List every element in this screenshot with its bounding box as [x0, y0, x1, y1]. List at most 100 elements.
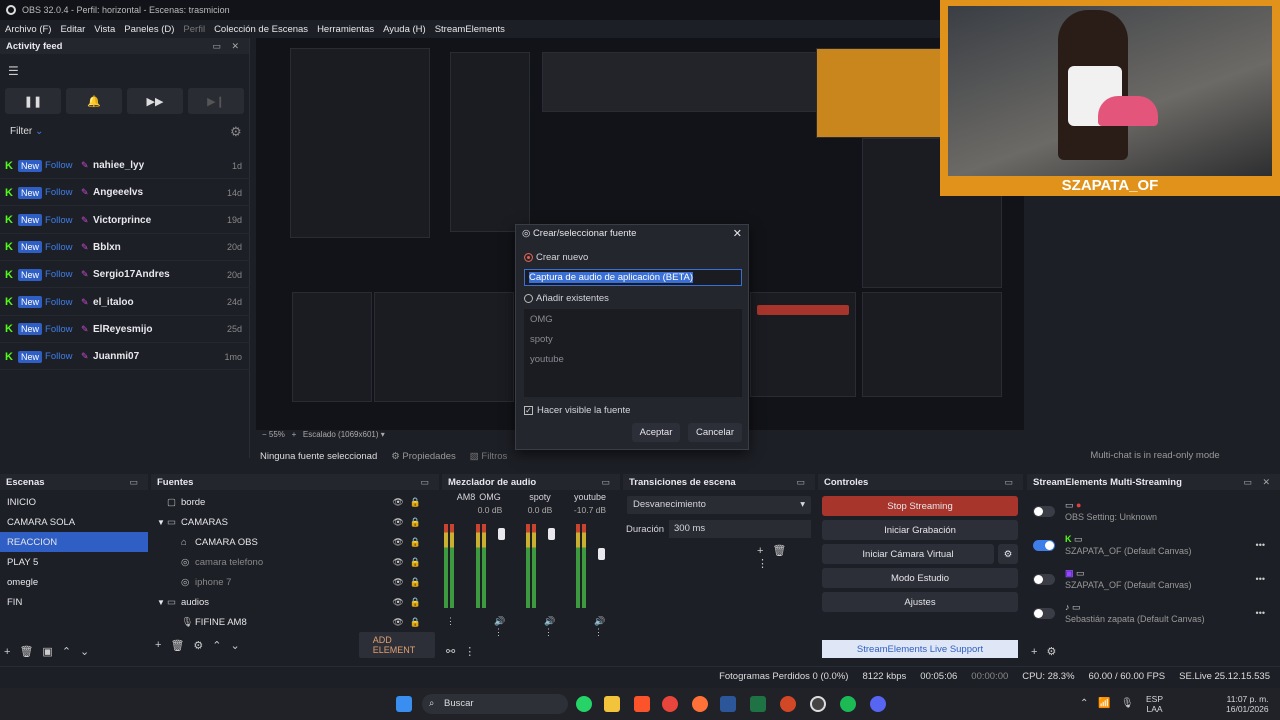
keyboard-layout[interactable]: ESP LAA	[1146, 694, 1163, 714]
source-item[interactable]: ◎ camara telefono 👁🔒	[151, 552, 439, 572]
menu-herramientas[interactable]: Herramientas	[317, 24, 374, 35]
bell-button[interactable]: 🔔	[66, 88, 122, 114]
more-icon[interactable]: •••	[1256, 608, 1265, 618]
folder-icon[interactable]	[604, 696, 620, 712]
source-item[interactable]: ▼ ▭ CAMARAS 👁🔒	[151, 512, 439, 532]
link-icon[interactable]: ⚯	[446, 645, 455, 658]
trash-icon[interactable]: 🗑	[170, 639, 184, 652]
cancel-button[interactable]: Cancelar	[688, 423, 742, 442]
visibility-lock-icons[interactable]: 👁🔒	[392, 597, 427, 608]
caret-down-icon[interactable]: ▼	[157, 518, 167, 527]
down-icon[interactable]: ⌄	[231, 639, 240, 652]
close-icon[interactable]: ✕	[733, 227, 742, 240]
stop-streaming-button[interactable]: Stop Streaming	[822, 496, 1018, 516]
add-icon[interactable]: +	[4, 646, 10, 658]
hamburger-icon[interactable]: ☰	[8, 64, 19, 78]
multistream-row[interactable]: ♪ ▭ Sebastián zapata (Default Canvas) •••	[1033, 600, 1269, 630]
stream-toggle[interactable]	[1033, 506, 1055, 517]
list-item[interactable]: OMG	[524, 309, 742, 329]
feed-item[interactable]: K New Follow ✎ Angeeelvs 14d	[0, 180, 250, 207]
source-item[interactable]: ⌂ CAMARA OBS 👁🔒	[151, 532, 439, 552]
obs-icon[interactable]	[810, 696, 826, 712]
studio-mode-button[interactable]: Modo Estudio	[822, 568, 1018, 588]
filter-icon[interactable]: ▣	[42, 645, 52, 658]
scene-item[interactable]: INICIO	[0, 492, 148, 512]
gear-icon[interactable]: ⚙	[193, 639, 203, 652]
start-icon[interactable]	[396, 696, 412, 712]
source-item[interactable]: ▢ borde 👁🔒	[151, 492, 439, 512]
feed-item[interactable]: K New Follow ✎ nahiee_lyy 1d	[0, 153, 250, 179]
firefox-icon[interactable]	[692, 696, 708, 712]
dock-controls[interactable]: ▭	[420, 477, 433, 488]
feed-item[interactable]: K New Follow ✎ Victorprince 19d	[0, 208, 250, 234]
transition-toolbar[interactable]: +🗑⋮	[757, 544, 815, 570]
brave-icon[interactable]	[634, 696, 650, 712]
dock-controls[interactable]: ▭	[601, 477, 614, 488]
pause-button[interactable]: ❚❚	[5, 88, 61, 114]
duration-input[interactable]: 300 ms	[669, 520, 811, 538]
more-icon[interactable]: ⋮	[464, 645, 475, 658]
stream-toggle[interactable]	[1033, 540, 1055, 551]
menu-streamelements[interactable]: StreamElements	[435, 24, 505, 35]
skip-end-button[interactable]: ▶❙	[188, 88, 244, 114]
chrome-icon[interactable]	[662, 696, 678, 712]
more-icon[interactable]: •••	[1256, 540, 1265, 550]
spotify-icon[interactable]	[840, 696, 856, 712]
excel-icon[interactable]	[750, 696, 766, 712]
speaker-icon[interactable]: ⋮	[446, 616, 455, 627]
dock-controls[interactable]: ▭ ✕	[212, 41, 243, 52]
menu-perfil[interactable]: Perfil	[183, 24, 205, 35]
feed-item[interactable]: K New Follow ✎ ElReyesmijo 25d	[0, 317, 250, 343]
add-element-button[interactable]: ADD ELEMENT	[358, 632, 435, 658]
stream-toggle[interactable]	[1033, 608, 1055, 619]
speaker-icon[interactable]: 🔊 ⋮	[544, 616, 564, 638]
add-existing-radio[interactable]: Añadir existentes	[524, 293, 609, 304]
up-icon[interactable]: ⌃	[212, 639, 221, 652]
volume-fader[interactable]	[498, 528, 505, 540]
app-icon[interactable]	[780, 696, 796, 712]
visibility-lock-icons[interactable]: 👁🔒	[392, 497, 427, 508]
scene-item[interactable]: CAMARA SOLA	[0, 512, 148, 532]
create-new-radio[interactable]: Crear nuevo	[524, 252, 588, 263]
menu-coleccion[interactable]: Colección de Escenas	[214, 24, 308, 35]
skip-button[interactable]: ▶▶	[127, 88, 183, 114]
menu-vista[interactable]: Vista	[94, 24, 115, 35]
clock[interactable]: 11:07 p. m. 16/01/2026	[1226, 694, 1269, 714]
dock-controls[interactable]: ▭	[796, 477, 809, 488]
feed-item[interactable]: K New Follow ✎ el_italoo 24d	[0, 290, 250, 316]
source-item[interactable]: ◎ iphone 7 👁🔒	[151, 572, 439, 592]
source-item[interactable]: 🎙 FIFINE AM8 👁🔒	[151, 612, 439, 632]
add-icon[interactable]: +	[1031, 646, 1037, 658]
multistream-row[interactable]: K ▭ SZAPATA_OF (Default Canvas) •••	[1033, 532, 1269, 562]
list-item[interactable]: spoty	[524, 329, 742, 349]
start-recording-button[interactable]: Iniciar Grabación	[822, 520, 1018, 540]
gear-icon[interactable]: ⚙	[998, 544, 1018, 564]
feed-item[interactable]: K New Follow ✎ Juanmi07 1mo	[0, 344, 250, 371]
dock-controls[interactable]: ▭	[129, 477, 142, 488]
visible-checkbox[interactable]: ✓ Hacer visible la fuente	[524, 405, 630, 416]
volume-fader[interactable]	[598, 548, 605, 560]
stream-toggle[interactable]	[1033, 574, 1055, 585]
existing-sources-list[interactable]: OMG spoty youtube	[524, 309, 742, 397]
search-box[interactable]: ⌕ Buscar	[422, 694, 568, 714]
down-icon[interactable]: ⌄	[80, 645, 89, 658]
menu-editar[interactable]: Editar	[60, 24, 85, 35]
multistream-row[interactable]: ▭ ● OBS Setting: Unknown	[1033, 498, 1269, 528]
visibility-lock-icons[interactable]: 👁🔒	[392, 517, 427, 528]
accept-button[interactable]: Aceptar	[632, 423, 680, 442]
scene-item[interactable]: omegle	[0, 572, 148, 592]
menu-paneles[interactable]: Paneles (D)	[124, 24, 174, 35]
source-name-input[interactable]: Captura de audio de aplicación (BETA)	[524, 269, 742, 286]
speaker-icon[interactable]: 🔊 ⋮	[494, 616, 514, 638]
visibility-lock-icons[interactable]: 👁🔒	[392, 557, 427, 568]
up-icon[interactable]: ⌃	[62, 645, 71, 658]
scene-item[interactable]: REACCION	[0, 532, 148, 552]
filter-dropdown[interactable]: Filter ⌄	[10, 126, 43, 137]
menu-ayuda[interactable]: Ayuda (H)	[383, 24, 426, 35]
dock-controls[interactable]: ▭	[1004, 477, 1017, 488]
visibility-lock-icons[interactable]: 👁🔒	[392, 617, 427, 628]
speaker-icon[interactable]: 🔊 ⋮	[594, 616, 614, 638]
volume-fader[interactable]	[548, 528, 555, 540]
more-icon[interactable]: •••	[1256, 574, 1265, 584]
word-icon[interactable]	[720, 696, 736, 712]
